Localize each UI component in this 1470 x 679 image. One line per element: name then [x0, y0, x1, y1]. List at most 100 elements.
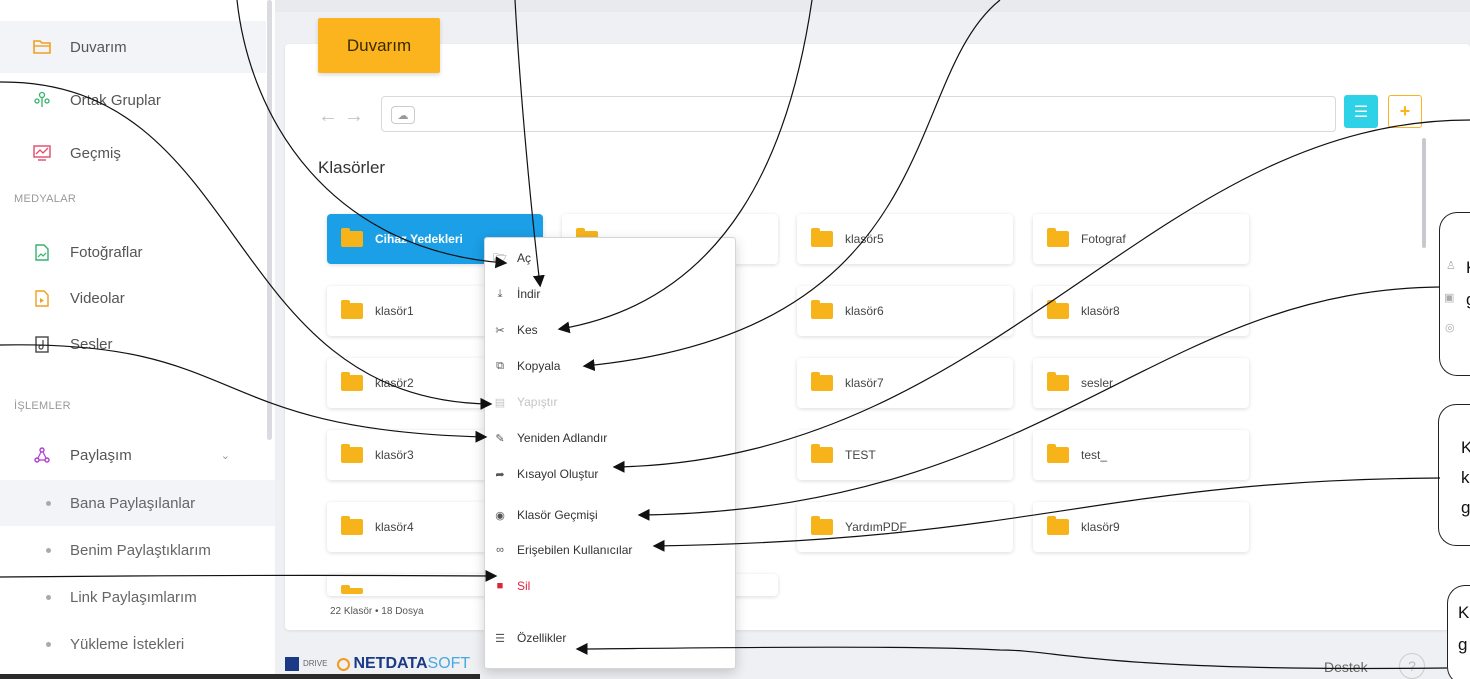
- sidebar-sub-link-paylasimlarim[interactable]: Link Paylaşımlarım: [0, 574, 275, 620]
- sidebar-item-label: Sesler: [70, 335, 113, 353]
- folder-name: sesler: [1081, 376, 1114, 390]
- folder-tile[interactable]: Fotograf: [1033, 214, 1249, 264]
- list-icon: ☰: [495, 632, 505, 645]
- sidebar-item-fotograflar[interactable]: Fotoğraflar: [0, 226, 266, 278]
- callout-box: K g: [1447, 585, 1470, 679]
- folder-tile[interactable]: test_: [1033, 430, 1249, 480]
- bottom-bar: [0, 674, 480, 679]
- folder-tile[interactable]: klasör9: [1033, 502, 1249, 552]
- sidebar-item-duvarim[interactable]: Duvarım: [0, 21, 266, 73]
- sidebar-item-label: Geçmiş: [70, 144, 121, 162]
- folder-name: klasör8: [1081, 304, 1120, 318]
- item-count: 22 Klasör • 18 Dosya: [330, 606, 424, 617]
- trash-icon: ■: [496, 580, 504, 592]
- callout-text: k: [1461, 468, 1470, 487]
- help-icon[interactable]: ?: [1399, 653, 1425, 679]
- forward-arrow-icon[interactable]: →: [344, 105, 370, 127]
- section-title: Klasörler: [318, 158, 386, 177]
- menu-item-kes[interactable]: ✂ Kes: [485, 315, 737, 345]
- eye-icon: ◉: [495, 509, 505, 522]
- history-chart-icon: [33, 144, 51, 162]
- menu-item-kopyala[interactable]: ⧉ Kopyala: [485, 351, 737, 381]
- sidebar-item-ortak-gruplar[interactable]: Ortak Gruplar: [0, 74, 266, 126]
- folder-open-icon: 🗁: [493, 251, 507, 264]
- sidebar-sub-label: Bana Paylaşılanlar: [70, 494, 196, 512]
- folder-tile[interactable]: klasör5: [797, 214, 1013, 264]
- folder-icon: [341, 228, 363, 247]
- chevron-down-icon[interactable]: ⌄: [221, 449, 230, 462]
- folder-icon: [811, 444, 833, 463]
- list-view-button[interactable]: ☰: [1344, 95, 1378, 128]
- sidebar-item-label: Fotoğraflar: [70, 243, 143, 261]
- drive-logo-icon: [285, 657, 299, 671]
- support-link[interactable]: Destek: [1324, 659, 1368, 675]
- menu-item-ozellikler[interactable]: ☰ Özellikler: [485, 623, 737, 653]
- folder-icon: [341, 585, 363, 594]
- folder-name: klasör2: [375, 376, 414, 390]
- context-menu: 🗁 Aç ⤓ İndir ✂ Kes ⧉ Kopyala ▤ Yapıştır ✎ Yeni…: [484, 237, 736, 669]
- sidebar-item-paylasim[interactable]: Paylaşım ⌄: [0, 429, 266, 481]
- folder-icon: [1047, 228, 1069, 247]
- folder-name: klasör3: [375, 448, 414, 462]
- sidebar-item-sesler[interactable]: Sesler: [0, 318, 266, 370]
- menu-item-erisebilen-kullanicilar[interactable]: ∞ Erişebilen Kullanıcılar: [485, 535, 737, 565]
- menu-item-yapistir[interactable]: ▤ Yapıştır: [485, 387, 737, 417]
- nav-arrows: ←→: [318, 105, 370, 128]
- folder-tile[interactable]: sesler: [1033, 358, 1249, 408]
- callout-box: K k g: [1438, 404, 1470, 546]
- share-arrow-icon: ➦: [495, 468, 505, 481]
- menu-item-ac[interactable]: 🗁 Aç: [485, 243, 737, 273]
- folder-name: klasör1: [375, 304, 414, 318]
- folder-name: klasör4: [375, 520, 414, 534]
- bullet-dot: [46, 641, 51, 647]
- folder-tile[interactable]: klasör6: [797, 286, 1013, 336]
- menu-item-kisayol-olustur[interactable]: ➦ Kısayol Oluştur: [485, 459, 737, 489]
- folder-name: YardımPDF: [845, 520, 907, 534]
- top-strip: [275, 0, 1470, 12]
- folder-icon: [341, 300, 363, 319]
- menu-item-yeniden-adlandir[interactable]: ✎ Yeniden Adlandır: [485, 423, 737, 453]
- menu-item-sil[interactable]: ■ Sil: [485, 571, 737, 601]
- paste-icon: ▤: [494, 396, 506, 409]
- back-arrow-icon[interactable]: ←: [318, 105, 344, 127]
- menu-item-indir[interactable]: ⤓ İndir: [485, 279, 737, 309]
- brand-ring-icon: [337, 657, 351, 671]
- main-scrollbar[interactable]: [1422, 138, 1426, 248]
- folder-icon: [1047, 444, 1069, 463]
- menu-item-label: Yapıştır: [517, 395, 558, 409]
- sidebar-scrollbar[interactable]: [267, 0, 272, 440]
- folder-tile[interactable]: klasör8: [1033, 286, 1249, 336]
- folder-name: test_: [1081, 448, 1108, 462]
- brand-net-text: NETDATA: [353, 655, 428, 672]
- sidebar-sub-label: Yükleme İstekleri: [70, 635, 185, 653]
- sidebar-sub-benim-paylastiklarim[interactable]: Benim Paylaştıklarım: [0, 527, 275, 573]
- path-breadcrumb-bar[interactable]: ☁: [381, 96, 1336, 132]
- add-button[interactable]: +: [1388, 95, 1422, 128]
- list-view-icon: ☰: [1353, 103, 1369, 121]
- folder-tile[interactable]: klasör7: [797, 358, 1013, 408]
- folder-icon: [341, 372, 363, 391]
- binoculars-icon: ∞: [496, 544, 504, 556]
- menu-item-klasor-gecmisi[interactable]: ◉ Klasör Geçmişi: [485, 500, 737, 530]
- page-title-tab[interactable]: Duvarım: [318, 18, 440, 73]
- folder-tile[interactable]: TEST: [797, 430, 1013, 480]
- folder-icon: [341, 444, 363, 463]
- folder-tile[interactable]: YardımPDF: [797, 502, 1013, 552]
- share-icon: [33, 446, 51, 464]
- bullet-dot: [46, 547, 51, 553]
- sidebar-sub-yukleme-istekleri[interactable]: Yükleme İstekleri: [0, 621, 275, 667]
- menu-item-label: İndir: [517, 287, 541, 301]
- callout-text: g: [1461, 498, 1470, 517]
- cloud-upload-icon[interactable]: ☁: [391, 106, 415, 124]
- sidebar-item-label: Duvarım: [70, 38, 127, 56]
- menu-item-label: Aç: [517, 251, 532, 265]
- bullet-dot: [46, 594, 51, 600]
- callout-text: g: [1458, 635, 1468, 654]
- folder-icon: [1047, 372, 1069, 391]
- sidebar-sub-bana-paylasilanlar[interactable]: Bana Paylaşılanlar: [0, 480, 275, 526]
- group-icon: [33, 91, 51, 109]
- callout-text: K: [1466, 255, 1470, 281]
- callout-box: K g ♙ ▣ ◎: [1439, 212, 1470, 376]
- sidebar-item-videolar[interactable]: Videolar: [0, 272, 266, 324]
- sidebar-item-gecmis[interactable]: Geçmiş: [0, 127, 266, 179]
